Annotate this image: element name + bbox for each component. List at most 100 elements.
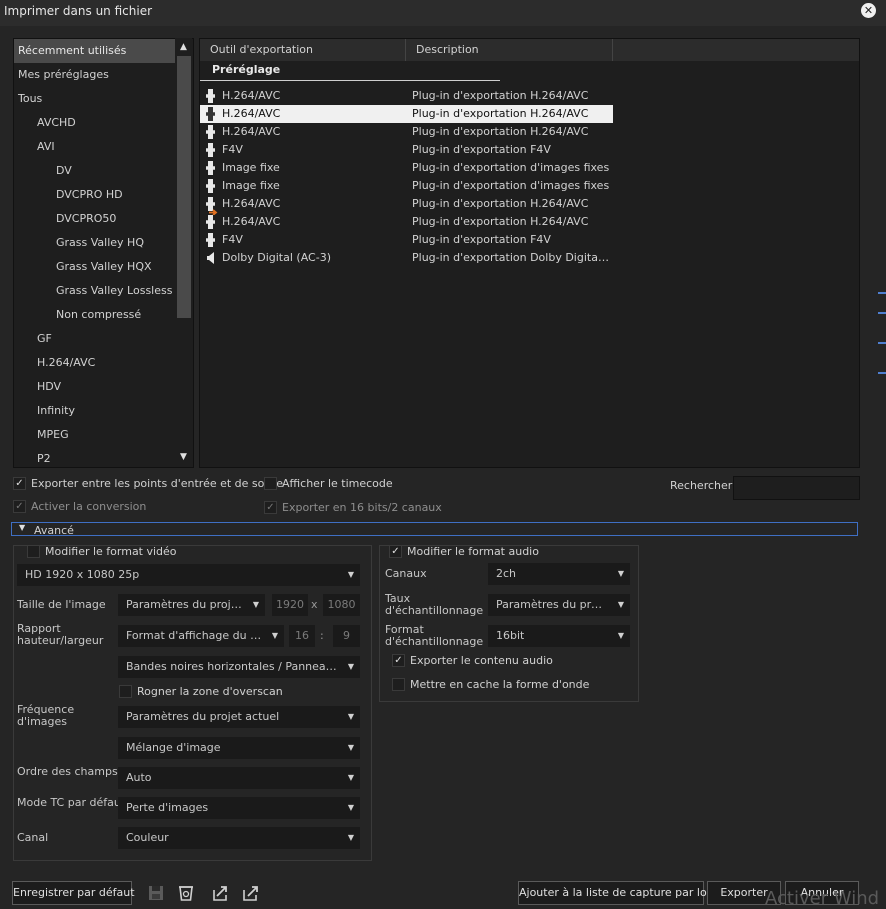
preset-tool-cell: H.264/AVC xyxy=(222,125,281,138)
tree-item[interactable]: Grass Valley HQ xyxy=(14,231,175,255)
channels-label: Canaux xyxy=(385,567,427,580)
width-field[interactable]: 1920 xyxy=(272,594,308,616)
film-export-icon xyxy=(206,197,218,216)
cache-waveform-checkbox[interactable] xyxy=(392,678,405,691)
preset-table: Outil d'exportation Description Prérégla… xyxy=(199,38,860,468)
preset-description-cell: Plug-in d'exportation H.264/AVC xyxy=(412,215,589,228)
aspect-width-field[interactable]: 16 xyxy=(289,625,315,647)
export-preset-icon[interactable] xyxy=(242,884,260,902)
export-16bit-checkbox: ✓ xyxy=(264,501,277,514)
tree-item[interactable]: DVCPRO50 xyxy=(14,207,175,231)
tree-item[interactable]: GF xyxy=(14,327,175,351)
tree-item[interactable]: Infinity xyxy=(14,399,175,423)
preset-tool-cell: Dolby Digital (AC-3) xyxy=(222,251,331,264)
preset-row[interactable]: F4V Plug-in d'exportation F4V xyxy=(200,231,613,249)
advanced-section-header[interactable] xyxy=(11,522,858,536)
video-format-dropdown[interactable]: HD 1920 x 1080 25p ▼ xyxy=(17,564,360,586)
preset-description-cell: Plug-in d'exportation H.264/AVC xyxy=(412,125,589,138)
framerate-dropdown[interactable]: Paramètres du projet actuel ▼ xyxy=(118,706,360,728)
film-icon xyxy=(206,215,215,229)
modify-video-checkbox[interactable] xyxy=(27,545,40,558)
tree-scroll-thumb[interactable] xyxy=(177,56,191,318)
height-field[interactable]: 1080 xyxy=(323,594,360,616)
tree-item[interactable]: MPEG xyxy=(14,423,175,447)
scroll-down-arrow[interactable]: ▼ xyxy=(175,450,192,464)
preset-row[interactable]: Image fixe Plug-in d'exportation d'images… xyxy=(200,159,613,177)
preset-row[interactable]: Dolby Digital (AC-3) Plug-in d'exportatio… xyxy=(200,249,613,267)
preset-row[interactable]: F4V Plug-in d'exportation F4V xyxy=(200,141,613,159)
export-range-checkbox[interactable]: ✓ xyxy=(13,477,26,490)
overscan-checkbox[interactable] xyxy=(119,685,132,698)
film-icon xyxy=(206,161,215,175)
tree-item[interactable]: Non compressé xyxy=(14,303,175,327)
tree-item[interactable]: HDV xyxy=(14,375,175,399)
film-icon xyxy=(206,179,215,193)
import-preset-icon[interactable] xyxy=(212,884,230,902)
aspect-height-field[interactable]: 9 xyxy=(333,625,360,647)
letterbox-dropdown[interactable]: Bandes noires horizontales / Panneau lat… xyxy=(118,656,360,678)
film-icon xyxy=(206,233,215,247)
group-underline xyxy=(200,80,500,81)
show-timecode-checkbox[interactable] xyxy=(264,477,277,490)
tree-item[interactable]: P2 xyxy=(14,447,175,467)
save-default-button[interactable]: Enregistrer par défaut xyxy=(12,881,135,905)
close-button[interactable]: ✕ xyxy=(861,3,876,18)
channel-dropdown[interactable]: Couleur ▼ xyxy=(118,827,360,849)
add-batch-capture-button[interactable]: Ajouter à la liste de capture par lots xyxy=(518,881,717,905)
framerate-label: Fréquence d'images xyxy=(17,703,75,728)
export-audio-checkbox[interactable]: ✓ xyxy=(392,654,405,667)
column-header-tool[interactable]: Outil d'exportation xyxy=(200,39,406,61)
search-input[interactable] xyxy=(733,476,860,500)
edge-accent xyxy=(878,292,886,294)
preset-row[interactable]: H.264/AVC Plug-in d'exportation H.264/AVC xyxy=(200,195,613,216)
collapse-triangle-icon[interactable]: ▼ xyxy=(19,523,25,532)
column-header-empty xyxy=(613,39,859,61)
channels-dropdown[interactable]: 2ch ▼ xyxy=(488,563,630,585)
preset-tool-cell: Image fixe xyxy=(222,161,280,174)
delete-preset-icon[interactable] xyxy=(177,884,195,902)
blend-dropdown[interactable]: Mélange d'image ▼ xyxy=(118,737,360,759)
advanced-label: Avancé xyxy=(34,524,74,537)
modify-audio-checkbox[interactable]: ✓ xyxy=(389,545,402,558)
column-header-description[interactable]: Description xyxy=(406,39,613,61)
window-title: Imprimer dans un fichier xyxy=(4,4,153,18)
tree-item[interactable]: Mes préréglages xyxy=(14,63,175,87)
preset-row[interactable]: H.264/AVC Plug-in d'exportation H.264/AVC xyxy=(200,105,613,123)
tree-item[interactable]: DV xyxy=(14,159,175,183)
film-icon xyxy=(206,125,215,139)
tree-item[interactable]: H.264/AVC xyxy=(14,351,175,375)
tree-item[interactable]: Tous xyxy=(14,87,175,111)
preset-description-cell: Plug-in d'exportation d'images fixes xyxy=(412,161,610,174)
tree-item[interactable]: Récemment utilisés xyxy=(14,39,175,63)
preset-tool-cell: H.264/AVC xyxy=(222,89,281,102)
export-range-label: Exporter entre les points d'entrée et de… xyxy=(31,477,284,490)
size-label: Taille de l'image xyxy=(17,598,106,611)
save-icon[interactable] xyxy=(147,884,165,902)
tree-item[interactable]: Grass Valley Lossless xyxy=(14,279,175,303)
sample-rate-dropdown[interactable]: Paramètres du projet actuel▼ xyxy=(488,594,630,616)
field-order-label: Ordre des champs xyxy=(17,765,118,778)
overscan-label: Rogner la zone d'overscan xyxy=(137,685,283,698)
preset-row[interactable]: H.264/AVC Plug-in d'exportation H.264/AVC xyxy=(200,123,613,141)
preset-tool-cell: H.264/AVC xyxy=(222,107,281,120)
scroll-up-arrow[interactable]: ▲ xyxy=(175,40,192,54)
sample-format-dropdown[interactable]: 16bit ▼ xyxy=(488,625,630,647)
field-order-dropdown[interactable]: Auto ▼ xyxy=(118,767,360,789)
preset-row[interactable]: H.264/AVC Plug-in d'exportation H.264/AVC xyxy=(200,213,613,231)
edge-accent xyxy=(878,372,886,374)
tc-mode-label: Mode TC par défaut xyxy=(17,796,126,809)
preset-description-cell: Plug-in d'exportation H.264/AVC xyxy=(412,107,589,120)
tree-item[interactable]: AVCHD xyxy=(14,111,175,135)
film-icon xyxy=(206,107,215,121)
preset-category-tree: Récemment utilisés Mes préréglages Tous AVC… xyxy=(13,38,194,468)
tree-item[interactable]: Grass Valley HQX xyxy=(14,255,175,279)
tree-item[interactable]: DVCPRO HD xyxy=(14,183,175,207)
aspect-ratio-dropdown[interactable]: Format d'affichage du projet actuel▼ xyxy=(118,625,284,647)
preset-row[interactable]: Image fixe Plug-in d'exportation d'images… xyxy=(200,177,613,195)
tc-mode-dropdown[interactable]: Perte d'images ▼ xyxy=(118,797,360,819)
cache-waveform-label: Mettre en cache la forme d'onde xyxy=(410,678,590,691)
film-icon xyxy=(206,89,215,103)
preset-row[interactable]: H.264/AVC Plug-in d'exportation H.264/AVC xyxy=(200,87,613,105)
tree-item[interactable]: AVI xyxy=(14,135,175,159)
size-dropdown[interactable]: Paramètres du projet actuel▼ xyxy=(118,594,265,616)
